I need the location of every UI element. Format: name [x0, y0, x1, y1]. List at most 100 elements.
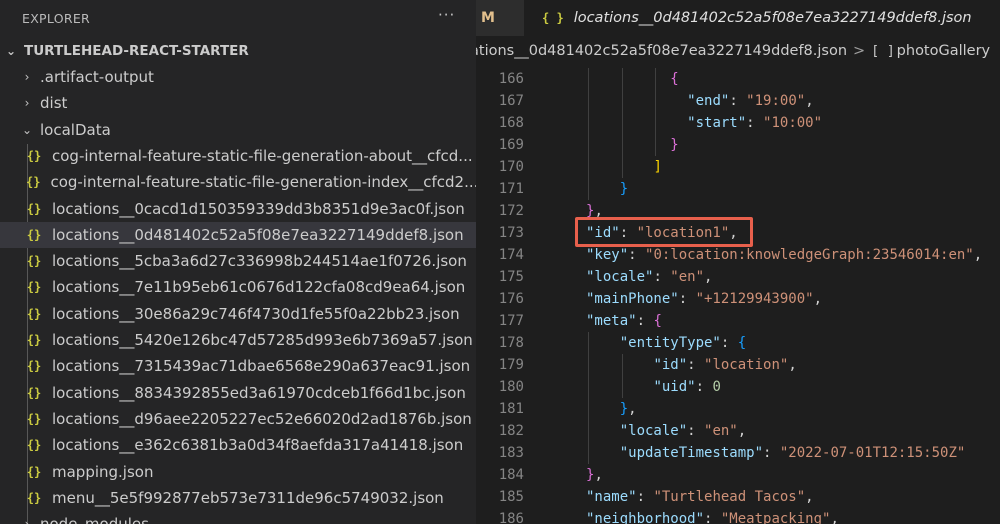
json-file-icon: {}: [26, 254, 42, 269]
indent-guide: [655, 90, 657, 112]
code-token: ,: [594, 467, 603, 483]
indent-guide: [621, 90, 623, 112]
code-token: ,: [788, 357, 797, 373]
indent-guide: [588, 376, 589, 398]
code-token: 0: [712, 379, 721, 395]
breadcrumb-separator: >: [853, 43, 866, 59]
json-file-icon: {}: [26, 411, 42, 426]
file-item[interactable]: {} locations__0cacd1d150359339dd3b8351d9e…: [0, 196, 476, 222]
file-item[interactable]: {} locations__7e11b95eb61c0676d122cfa08cd…: [0, 274, 476, 300]
code-token: :: [687, 357, 705, 373]
chevron-down-icon: ⌄: [21, 122, 33, 137]
tab-previous[interactable]: M: [476, 0, 524, 36]
code-content: "locale": "en",: [620, 420, 746, 442]
indent-guide: [621, 354, 623, 376]
folder-item[interactable]: › dist: [0, 90, 476, 116]
file-item[interactable]: {} locations__30e86a29c746f4730d1fe55f0a2…: [0, 301, 476, 327]
file-item[interactable]: {} locations__7315439ac71dbae6568e290a637…: [0, 353, 476, 379]
file-item[interactable]: {} locations__e362c6381b3a0d34f8aefda317a…: [0, 432, 476, 458]
code-token: "key": [586, 247, 629, 263]
code-line: 176 "mainPhone": "+12129943900",: [476, 288, 1000, 310]
editor: M { } locations__0d481402c52a5f08e7ea322…: [476, 0, 1000, 524]
code-token: "Turtlehead Tacos": [653, 489, 806, 505]
project-root[interactable]: ⌄ TURTLEHEAD-REACT-STARTER: [0, 38, 476, 64]
item-label: cog-internal-feature-static-file-generat…: [50, 173, 476, 192]
json-file-icon: {}: [26, 490, 42, 505]
code-token: "uid": [653, 379, 696, 395]
code-token: ,: [805, 93, 814, 109]
tab-label: locations__0d481402c52a5f08e7ea3227149dd…: [573, 10, 972, 26]
indent-guide: [588, 442, 589, 464]
code-token: :: [636, 489, 654, 505]
highlight-box: [575, 217, 753, 247]
file-item[interactable]: {} menu__5e5f992877eb573e7311de96c5749032…: [0, 485, 476, 511]
json-file-icon: {}: [26, 280, 42, 295]
file-item[interactable]: {} locations__5420e126bc47d57285d993e6b73…: [0, 327, 476, 353]
code-token: "neighborhood": [586, 511, 705, 524]
indent-guide: [588, 398, 589, 420]
code-line: 183 "updateTimestamp": "2022-07-01T12:15:…: [476, 442, 1000, 464]
breadcrumb-file[interactable]: ations__0d481402c52a5f08e7ea3227149ddef8…: [476, 43, 847, 59]
explorer-title: EXPLORER: [22, 10, 91, 26]
code-line: 170]: [476, 156, 1000, 178]
line-number: 184: [498, 467, 524, 483]
line-number: 167: [498, 93, 524, 109]
file-item[interactable]: {} mapping.json: [0, 459, 476, 485]
line-number: 179: [498, 357, 524, 373]
breadcrumb-symbol[interactable]: photoGallery: [897, 43, 990, 59]
code-token: "2022-07-01T12:15:50Z": [779, 445, 966, 461]
code-token: "en": [670, 269, 705, 285]
file-item[interactable]: {} locations__8834392855ed3a61970cdceb1f6…: [0, 380, 476, 406]
code-line: 174 "key": "0:location:knowledgeGraph:235…: [476, 244, 1000, 266]
json-file-icon: {}: [26, 306, 42, 321]
folder-item[interactable]: › node_modules: [0, 511, 476, 524]
code-content: }: [620, 178, 628, 200]
item-label: locations__5420e126bc47d57285d993e6b7369…: [52, 331, 473, 349]
code-line: 180 "uid": 0: [476, 376, 1000, 398]
chevron-right-icon: ›: [20, 517, 34, 524]
explorer-header: EXPLORER ···: [0, 0, 476, 36]
array-icon: [ ]: [871, 43, 895, 59]
file-item[interactable]: {} cog-internal-feature-static-file-gener…: [0, 143, 476, 169]
code-token: :: [678, 291, 696, 307]
indent-guide: [621, 112, 623, 134]
file-item[interactable]: {} cog-internal-feature-static-file-gener…: [0, 169, 476, 195]
indent-guide: [588, 68, 589, 90]
line-number: 181: [498, 401, 524, 417]
code-token: "mainPhone": [586, 291, 679, 307]
code-token: }: [670, 137, 679, 153]
code-line: 184},: [476, 464, 1000, 486]
code-content: },: [620, 398, 637, 420]
item-label: locations__0d481402c52a5f08e7ea3227149dd…: [52, 225, 464, 244]
code-token: ,: [830, 511, 839, 524]
indent-guide: [588, 112, 589, 134]
code-content: {: [670, 68, 678, 90]
json-file-icon: {}: [26, 464, 42, 479]
code-content: "updateTimestamp": "2022-07-01T12:15:50Z…: [620, 442, 966, 464]
more-actions-icon[interactable]: ···: [438, 6, 455, 24]
line-number: 180: [498, 379, 524, 395]
breadcrumb: ations__0d481402c52a5f08e7ea3227149ddef8…: [476, 36, 1000, 66]
json-file-icon: {}: [26, 148, 42, 163]
code-token: :: [687, 423, 705, 439]
file-item[interactable]: {} locations__d96aee2205227ec52e66020d2ad…: [0, 406, 476, 432]
code-token: "10:00": [763, 115, 823, 131]
file-item[interactable]: {} locations__5cba3a6d27c336998b244514ae1…: [0, 248, 476, 274]
file-item[interactable]: {} locations__0d481402c52a5f08e7ea3227149…: [0, 221, 476, 248]
json-file-icon: { }: [542, 11, 564, 25]
code-content: },: [586, 464, 603, 486]
indent-guide: [655, 68, 657, 90]
folder-item[interactable]: › .artifact-output: [0, 64, 476, 90]
code-token: "meta": [586, 313, 637, 329]
folder-item[interactable]: ⌄ localData: [0, 117, 476, 143]
item-label: locations__7315439ac71dbae6568e290a637ea…: [52, 357, 471, 376]
tab-active-file[interactable]: { } locations__0d481402c52a5f08e7ea32271…: [524, 0, 1000, 36]
json-file-icon: {}: [26, 359, 42, 374]
line-number: 168: [498, 115, 524, 131]
line-number: 175: [498, 269, 524, 285]
code-line: 182 "locale": "en",: [476, 420, 1000, 442]
code-token: :: [704, 511, 721, 524]
code-line: 167 "end": "19:00",: [476, 90, 1000, 112]
code-line: 186 "neighborhood": "Meatpacking",: [476, 508, 1000, 524]
line-number: 172: [498, 203, 524, 219]
